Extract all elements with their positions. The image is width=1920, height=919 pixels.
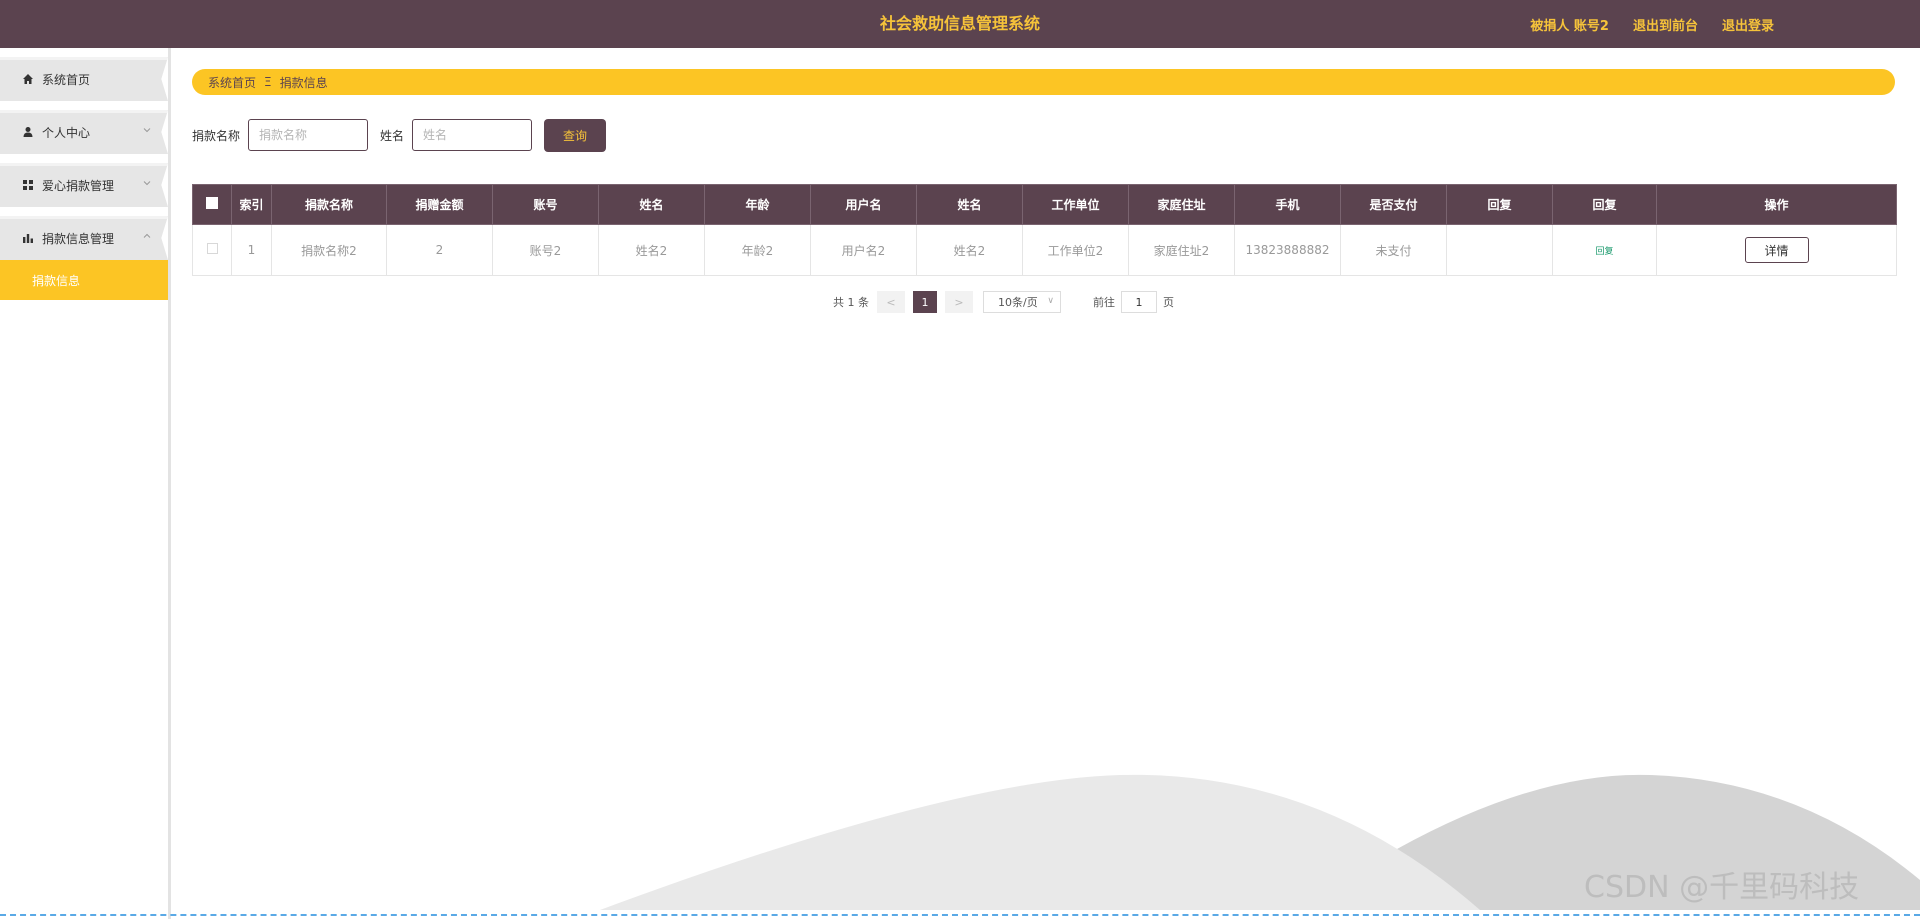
goto-label: 前往 <box>1093 296 1115 309</box>
cell-amount: 2 <box>386 224 493 276</box>
name-input[interactable] <box>412 119 533 151</box>
column-header: 家庭住址 <box>1128 184 1235 225</box>
column-header: 工作单位 <box>1022 184 1129 225</box>
cell-donation-name: 捐款名称2 <box>271 224 387 276</box>
watermark: CSDN @千里码科技 <box>1584 870 1860 905</box>
page-size-select[interactable]: 10条/页 ∨ <box>983 291 1061 313</box>
cell-work-unit: 工作单位2 <box>1022 224 1129 276</box>
breadcrumb: 系统首页 Ξ 捐款信息 <box>192 69 1895 95</box>
column-header: 捐款名称 <box>271 184 387 225</box>
exit-to-front-link[interactable]: 退出到前台 <box>1633 15 1698 34</box>
column-header: 姓名 <box>916 184 1023 225</box>
cell-address: 家庭住址2 <box>1128 224 1235 276</box>
next-page-button[interactable]: > <box>945 291 973 313</box>
select-all-checkbox[interactable] <box>206 197 218 209</box>
bottom-dashed-line <box>0 914 1920 916</box>
name-label: 姓名 <box>380 128 405 143</box>
column-header: 操作 <box>1656 184 1897 225</box>
page-suffix: 页 <box>1163 296 1174 309</box>
search-bar: 捐款名称 姓名 查询 <box>192 118 607 152</box>
breadcrumb-home[interactable]: 系统首页 <box>208 74 256 91</box>
home-icon <box>22 72 38 86</box>
breadcrumb-current: 捐款信息 <box>279 75 328 90</box>
column-header: 年龄 <box>704 184 811 225</box>
breadcrumb-separator: Ξ <box>264 75 272 89</box>
sidebar-item-personal-center[interactable]: 个人中心 <box>0 110 168 154</box>
grid-icon <box>22 178 38 192</box>
sidebar-item-label: 捐款信息管理 <box>42 231 115 246</box>
top-header: 社会救助信息管理系统 被捐人 账号2 退出到前台 退出登录 <box>0 0 1920 48</box>
sidebar-item-label: 个人中心 <box>42 125 91 140</box>
sidebar-item-donation-management[interactable]: 爱心捐款管理 <box>0 163 168 207</box>
column-header: 账号 <box>492 184 599 225</box>
prev-page-button[interactable]: < <box>877 291 905 313</box>
goto-page-input[interactable] <box>1121 291 1157 313</box>
pagination: 共 1 条 < 1 > 10条/页 ∨ 前往 页 <box>833 291 1174 313</box>
cell-username: 用户名2 <box>810 224 917 276</box>
column-header: 姓名 <box>598 184 705 225</box>
cell-age: 年龄2 <box>704 224 811 276</box>
sidebar-subitem-donation-info[interactable]: 捐款信息 <box>0 260 168 300</box>
column-header: 回复 <box>1552 184 1657 225</box>
table-row: 1 捐款名称2 2 账号2 姓名2 年龄2 用户名2 姓名2 工作单位2 家庭住… <box>192 224 1897 276</box>
cell-paid-status: 未支付 <box>1340 224 1447 276</box>
chevron-down-icon <box>142 124 152 138</box>
cell-account: 账号2 <box>492 224 599 276</box>
select-all-checkbox-cell[interactable] <box>192 184 232 225</box>
donation-name-label: 捐款名称 <box>192 128 241 143</box>
table-header-row: 索引 捐款名称 捐赠金额 账号 姓名 年龄 用户名 姓名 工作单位 家庭住址 手… <box>192 184 1897 225</box>
logout-link[interactable]: 退出登录 <box>1722 15 1774 34</box>
donation-table: 索引 捐款名称 捐赠金额 账号 姓名 年龄 用户名 姓名 工作单位 家庭住址 手… <box>192 184 1897 276</box>
cell-index: 1 <box>231 224 272 276</box>
total-count: 共 1 条 <box>833 296 869 309</box>
page-button-current[interactable]: 1 <box>913 291 937 313</box>
chevron-down-icon: ∨ <box>1047 296 1054 306</box>
current-user-label: 被捐人 账号2 <box>1530 18 1609 34</box>
cell-name-2: 姓名2 <box>916 224 1023 276</box>
column-header: 用户名 <box>810 184 917 225</box>
sidebar: 系统首页 个人中心 爱心捐款管理 捐款信息管理 捐款信息 <box>0 48 171 919</box>
row-checkbox-cell[interactable] <box>192 224 232 276</box>
reply-image[interactable]: 回复 <box>1595 246 1615 258</box>
sidebar-item-home[interactable]: 系统首页 <box>0 57 168 101</box>
column-header: 是否支付 <box>1340 184 1447 225</box>
user-icon <box>22 125 38 139</box>
sidebar-item-donation-info-management[interactable]: 捐款信息管理 <box>0 216 168 260</box>
cell-actions: 详情 <box>1656 224 1897 276</box>
cell-reply <box>1446 224 1553 276</box>
cell-phone: 13823888882 <box>1234 224 1341 276</box>
page-size-value: 10条/页 <box>998 296 1038 309</box>
detail-button[interactable]: 详情 <box>1744 237 1809 263</box>
column-header: 手机 <box>1234 184 1341 225</box>
cell-name: 姓名2 <box>598 224 705 276</box>
row-checkbox[interactable] <box>206 243 218 254</box>
chevron-up-icon <box>142 230 152 244</box>
donation-name-input[interactable] <box>248 119 369 151</box>
cell-reply-image: 回复 <box>1552 224 1657 276</box>
column-header: 捐赠金额 <box>386 184 493 225</box>
chevron-down-icon <box>142 177 152 191</box>
query-button[interactable]: 查询 <box>544 118 607 152</box>
bar-chart-icon <box>22 231 38 245</box>
sidebar-item-label: 爱心捐款管理 <box>42 178 115 193</box>
column-header: 索引 <box>231 184 272 225</box>
column-header: 回复 <box>1446 184 1553 225</box>
sidebar-item-label: 系统首页 <box>42 72 91 87</box>
